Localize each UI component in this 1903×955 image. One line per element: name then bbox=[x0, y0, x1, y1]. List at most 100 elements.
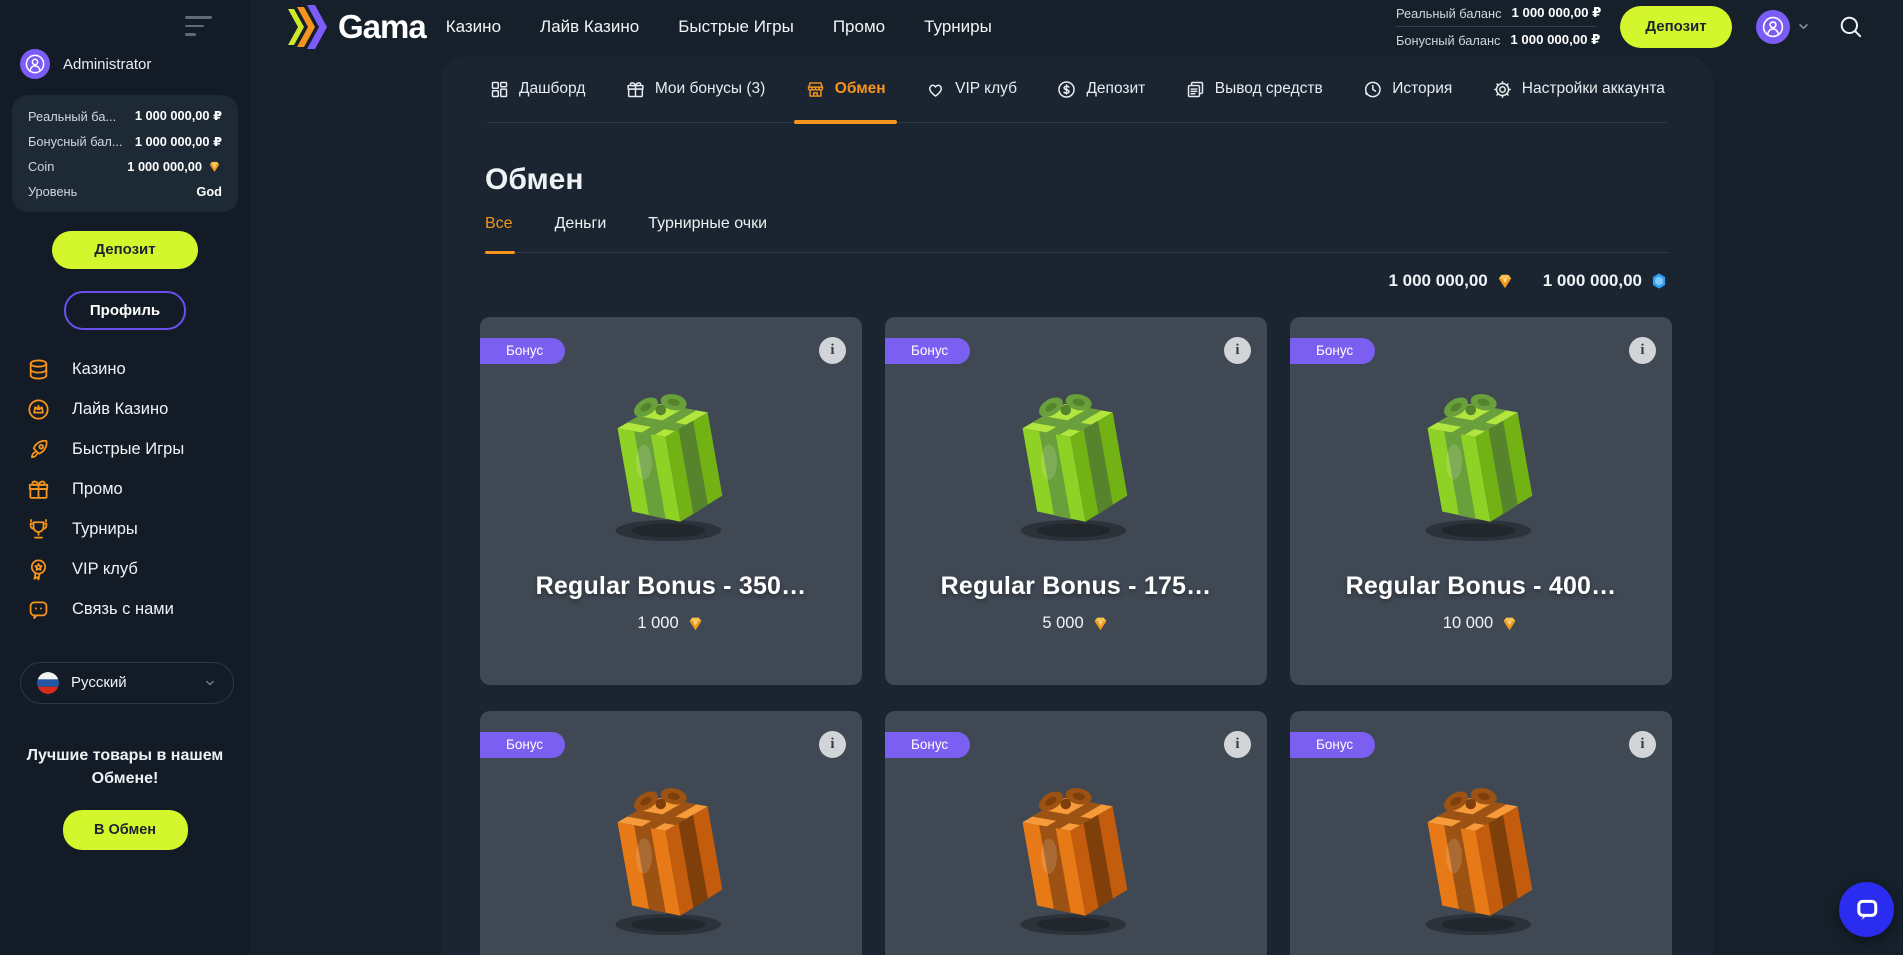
bonus-price: 1 000 bbox=[637, 614, 704, 633]
orange-gem-icon bbox=[686, 614, 705, 633]
account-menu[interactable] bbox=[1756, 10, 1811, 44]
info-icon[interactable]: i bbox=[819, 337, 846, 364]
bonus-card[interactable]: Бонус i bbox=[480, 711, 862, 955]
sidebar-item-casino[interactable]: Казино bbox=[0, 350, 250, 390]
chat-bubble-icon bbox=[1853, 896, 1881, 924]
sidebar-item-fast-games[interactable]: Быстрые Игры bbox=[0, 430, 250, 470]
bonus-price: 5 000 bbox=[1042, 614, 1109, 633]
info-icon[interactable]: i bbox=[819, 731, 846, 758]
bonus-badge: Бонус bbox=[480, 338, 565, 364]
sidebar-collapse-icon[interactable] bbox=[185, 16, 212, 36]
info-icon[interactable]: i bbox=[1629, 337, 1656, 364]
balance-row-bonus: Бонусный бал... 1 000 000,00 ₽ bbox=[28, 134, 222, 150]
casino-icon bbox=[26, 357, 51, 382]
bonus-title: Regular Bonus - 400… bbox=[1346, 572, 1617, 601]
bonus-card[interactable]: Бонус i bbox=[885, 711, 1267, 955]
sidebar-user[interactable]: Administrator bbox=[20, 49, 232, 79]
orange-gem-icon bbox=[1091, 614, 1110, 633]
top-header: Gama Казино Лайв Казино Быстрые Игры Про… bbox=[250, 0, 1903, 53]
profile-button[interactable]: Профиль bbox=[64, 291, 186, 330]
tab-my-bonuses[interactable]: Мои бонусы (3) bbox=[623, 56, 767, 122]
wallet-coins: 1 000 000,00 bbox=[1388, 271, 1514, 291]
gift-image bbox=[1388, 380, 1574, 556]
tab-exchange[interactable]: Обмен bbox=[803, 56, 888, 122]
tournaments-icon bbox=[26, 517, 51, 542]
bonus-card[interactable]: Бонус i Regular Bonus - 350… 1 000 bbox=[480, 317, 862, 685]
bonus-balance-label: Бонусный баланс bbox=[1396, 33, 1500, 48]
bonus-card[interactable]: Бонус i Regular Bonus - 400… 10 000 bbox=[1290, 317, 1672, 685]
balance-value: 1 000 000,00 ₽ bbox=[135, 108, 222, 124]
brand-logo[interactable]: Gama bbox=[288, 5, 426, 49]
info-icon[interactable]: i bbox=[1629, 731, 1656, 758]
tab-withdraw[interactable]: Вывод средств bbox=[1183, 56, 1325, 122]
top-nav: Казино Лайв Казино Быстрые Игры Промо Ту… bbox=[446, 17, 992, 37]
balance-label: Уровень bbox=[28, 184, 77, 199]
bonus-title: Regular Bonus - 350… bbox=[536, 572, 807, 601]
gift-image bbox=[1388, 774, 1574, 950]
nav-tournaments[interactable]: Турниры bbox=[924, 17, 992, 37]
account-panel: Дашборд Мои бонусы (3) bbox=[441, 56, 1713, 955]
wallet-points-value: 1 000 000,00 bbox=[1543, 271, 1642, 291]
account-avatar-icon bbox=[1756, 10, 1790, 44]
language-selector[interactable]: Русский bbox=[20, 662, 234, 704]
nav-casino[interactable]: Казино bbox=[446, 17, 501, 37]
wallet-coins-value: 1 000 000,00 bbox=[1388, 271, 1487, 291]
gift-image bbox=[578, 380, 764, 556]
gift-icon bbox=[625, 79, 646, 100]
bonus-balance-row: Бонусный баланс 1 000 000,00 ₽ bbox=[1396, 27, 1596, 53]
to-exchange-button[interactable]: В Обмен bbox=[63, 810, 188, 850]
tab-label: Вывод средств bbox=[1215, 80, 1323, 98]
tab-account-settings[interactable]: Настройки аккаунта bbox=[1490, 56, 1667, 122]
info-icon[interactable]: i bbox=[1224, 731, 1251, 758]
main-column: Gama Казино Лайв Казино Быстрые Игры Про… bbox=[250, 0, 1903, 955]
search-icon[interactable] bbox=[1837, 13, 1864, 40]
nav-promo[interactable]: Промо bbox=[833, 17, 885, 37]
real-balance-value: 1 000 000,00 ₽ bbox=[1512, 5, 1602, 21]
app: Administrator Реальный ба... 1 000 000,0… bbox=[0, 0, 1903, 955]
filter-tournament-points[interactable]: Турнирные очки bbox=[648, 215, 767, 233]
balance-label: Бонусный бал... bbox=[28, 134, 123, 149]
orange-gem-icon bbox=[1495, 271, 1515, 291]
tab-label: Депозит bbox=[1086, 80, 1145, 98]
history-icon bbox=[1362, 79, 1383, 100]
sidebar-item-promo[interactable]: Промо bbox=[0, 470, 250, 510]
user-avatar-icon bbox=[20, 49, 50, 79]
sidebar-item-contact[interactable]: Связь с нами bbox=[0, 590, 250, 630]
deposit-button[interactable]: Депозит bbox=[52, 231, 198, 269]
bonus-badge: Бонус bbox=[885, 338, 970, 364]
header-deposit-button[interactable]: Депозит bbox=[1620, 6, 1732, 48]
wallet-summary: 1 000 000,00 1 000 000,00 bbox=[485, 271, 1669, 291]
balance-label: Coin bbox=[28, 159, 54, 174]
bonus-badge: Бонус bbox=[1290, 732, 1375, 758]
sidebar-item-vip[interactable]: VIP клуб bbox=[0, 550, 250, 590]
nav-fast-games[interactable]: Быстрые Игры bbox=[678, 17, 794, 37]
tab-vip-club[interactable]: VIP клуб bbox=[923, 56, 1019, 122]
bonus-title: Regular Bonus - 175… bbox=[941, 572, 1212, 601]
contact-icon bbox=[26, 597, 51, 622]
info-icon[interactable]: i bbox=[1224, 337, 1251, 364]
sidebar-item-tournaments[interactable]: Турниры bbox=[0, 510, 250, 550]
filter-money[interactable]: Деньги bbox=[555, 215, 607, 233]
filter-all[interactable]: Все bbox=[485, 215, 513, 233]
tab-deposit[interactable]: Депозит bbox=[1054, 56, 1147, 122]
sidebar-item-label: VIP клуб bbox=[72, 560, 138, 579]
sidebar-item-live-casino[interactable]: Лайв Казино bbox=[0, 390, 250, 430]
sidebar: Administrator Реальный ба... 1 000 000,0… bbox=[0, 0, 250, 955]
bonus-card[interactable]: Бонус i bbox=[1290, 711, 1672, 955]
live-casino-icon bbox=[26, 397, 51, 422]
bonus-grid: Бонус i Regular Bonus - 350… 1 000 Бонус… bbox=[480, 317, 1672, 955]
chat-widget-button[interactable] bbox=[1839, 882, 1894, 937]
fast-games-icon bbox=[26, 437, 51, 462]
promo-icon bbox=[26, 477, 51, 502]
tab-dashboard[interactable]: Дашборд bbox=[487, 56, 587, 122]
header-balances: Реальный баланс 1 000 000,00 ₽ Бонусный … bbox=[1396, 0, 1596, 53]
sidebar-menu: Казино Лайв Казино Быстрые Игры bbox=[0, 350, 250, 630]
nav-live-casino[interactable]: Лайв Казино bbox=[540, 17, 639, 37]
gift-image bbox=[578, 774, 764, 950]
tab-history[interactable]: История bbox=[1360, 56, 1454, 122]
page-title: Обмен bbox=[485, 163, 1713, 197]
sidebar-item-label: Промо bbox=[72, 480, 123, 499]
bonus-card[interactable]: Бонус i Regular Bonus - 175… 5 000 bbox=[885, 317, 1267, 685]
sidebar-item-label: Казино bbox=[72, 360, 126, 379]
balance-value: 1 000 000,00 bbox=[127, 159, 222, 174]
